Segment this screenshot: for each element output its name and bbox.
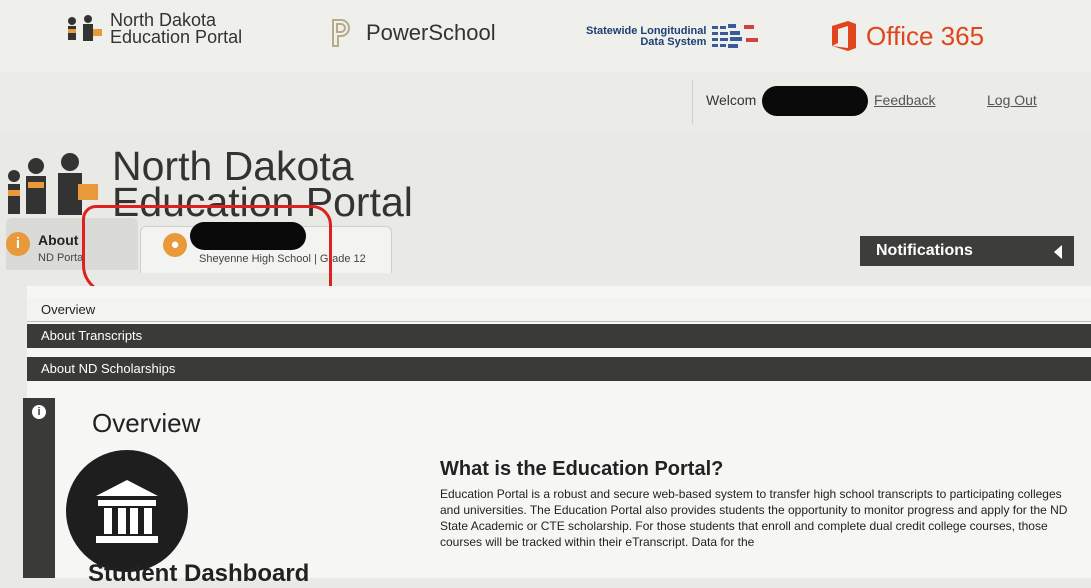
slds-brand-line2: Data System bbox=[640, 36, 707, 48]
user-bar: Welcom Feedback Log Out bbox=[0, 72, 1091, 130]
info-icon: i bbox=[32, 405, 46, 419]
section-title: Overview bbox=[92, 408, 201, 438]
powerschool-brand[interactable]: PowerSchool bbox=[330, 18, 496, 48]
info-sidebar[interactable]: i bbox=[23, 398, 55, 578]
feedback-link[interactable]: Feedback bbox=[874, 92, 935, 108]
notifications-toggle[interactable]: Notifications bbox=[860, 236, 1074, 266]
menu-item-about-transcripts[interactable]: About Transcripts bbox=[27, 324, 1091, 348]
tab-about-title: About bbox=[38, 232, 79, 248]
office-logo-icon bbox=[832, 21, 856, 51]
office-365-brand[interactable]: Office 365 bbox=[830, 20, 984, 52]
menu-item-overview[interactable]: Overview bbox=[27, 298, 1091, 322]
nd-portal-logo-icon bbox=[68, 15, 102, 41]
user-bar-divider bbox=[692, 80, 693, 124]
institution-icon[interactable] bbox=[66, 450, 188, 572]
portal-description: Education Portal is a robust and secure … bbox=[440, 487, 1068, 549]
tab-about-subtitle: ND Portal bbox=[38, 252, 86, 264]
nd-portal-brand[interactable]: North Dakota Education Portal bbox=[64, 10, 243, 47]
powerschool-logo-icon bbox=[332, 19, 350, 47]
dashboard-title: Student Dashboard bbox=[88, 560, 310, 587]
info-icon: i bbox=[6, 232, 30, 256]
slds-brand-text: Statewide Longitudinal Data System bbox=[586, 26, 706, 48]
powerschool-brand-text: PowerSchool bbox=[366, 20, 496, 45]
question-title: What is the Education Portal? bbox=[440, 458, 724, 480]
brand-bar: North Dakota Education Portal PowerSchoo… bbox=[0, 0, 1091, 72]
welcome-label: Welcom bbox=[706, 92, 757, 108]
chevron-left-icon bbox=[1054, 245, 1062, 259]
slds-brand[interactable]: Statewide Longitudinal Data System bbox=[586, 22, 766, 52]
menu-item-about-nd-scholarships[interactable]: About ND Scholarships bbox=[27, 357, 1091, 381]
logout-link[interactable]: Log Out bbox=[987, 92, 1037, 108]
nd-portal-brand-text: North Dakota Education Portal bbox=[110, 10, 243, 47]
slds-logo-icon bbox=[712, 24, 759, 48]
red-annotation-circle bbox=[82, 205, 332, 295]
notifications-label: Notifications bbox=[876, 242, 973, 259]
office-brand-text: Office 365 bbox=[866, 20, 985, 51]
redacted-username bbox=[762, 86, 868, 116]
institution-glyph bbox=[96, 480, 158, 543]
